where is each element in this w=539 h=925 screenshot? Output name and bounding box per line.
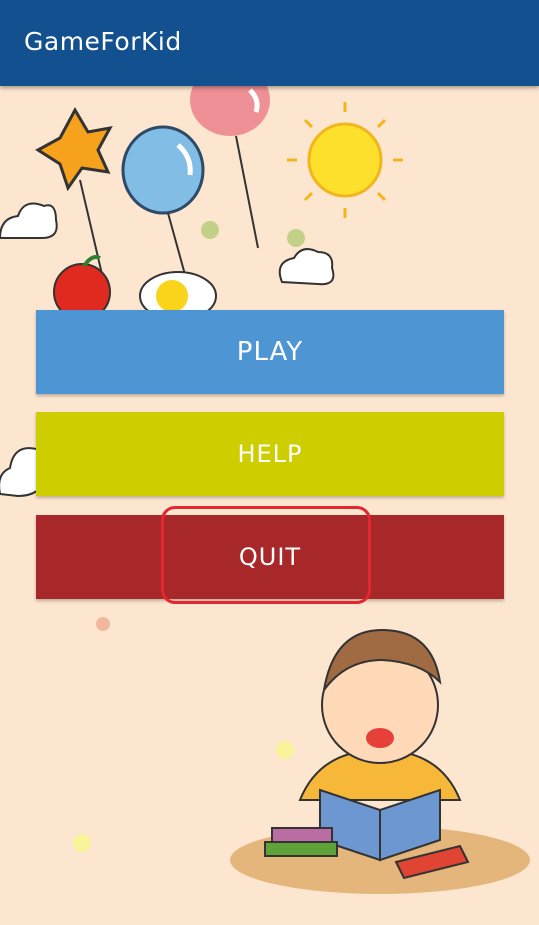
sun-icon [287, 102, 403, 218]
help-button[interactable]: HELP [36, 412, 504, 496]
quit-highlight-box [161, 506, 371, 604]
app-title: GameForKid [24, 27, 182, 56]
app-bar: GameForKid [0, 0, 539, 86]
play-button[interactable]: PLAY [36, 310, 504, 394]
boy-reading-illustration [230, 628, 530, 894]
